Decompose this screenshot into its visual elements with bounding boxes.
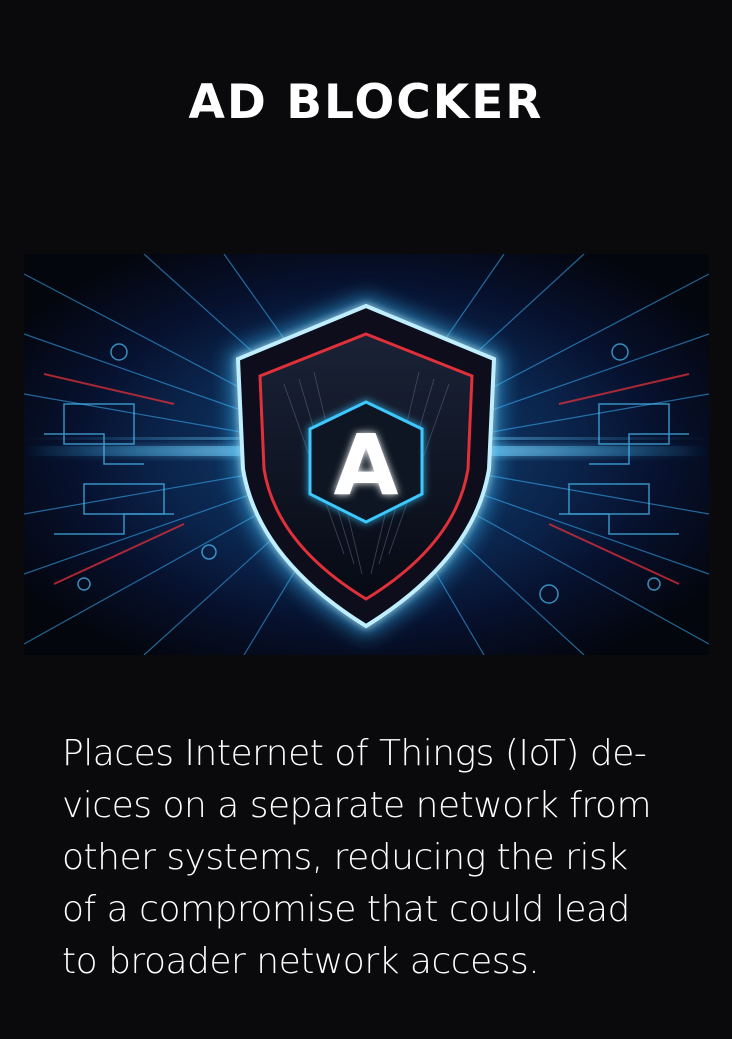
description-line: vices on a separate network from bbox=[62, 785, 652, 826]
description-text: Places Internet of Things (IoT) de- vice… bbox=[62, 728, 682, 988]
description-line: other systems, reducing the risk bbox=[62, 837, 628, 878]
description-line: to broader network access. bbox=[62, 941, 540, 982]
shield-letter: A bbox=[333, 416, 398, 514]
description-line: Places Internet of Things (IoT) de- bbox=[62, 733, 647, 774]
page-title: AD BLOCKER bbox=[188, 75, 544, 130]
description-line: of a compromise that could lead bbox=[62, 889, 630, 930]
hero-image: A bbox=[24, 254, 709, 655]
shield-illustration: A bbox=[24, 254, 709, 655]
